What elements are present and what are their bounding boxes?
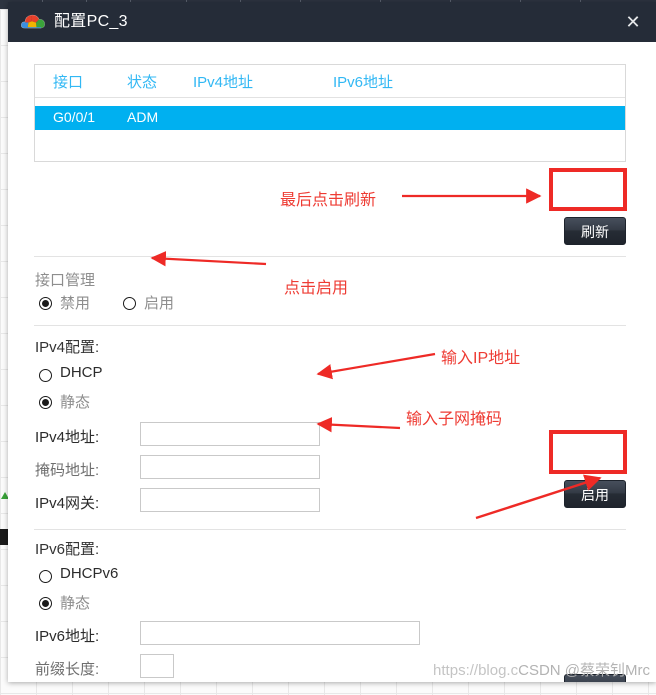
cell-status: ADM xyxy=(127,109,159,125)
interface-management-label: 接口管理 xyxy=(35,272,96,289)
background-marker xyxy=(0,529,8,545)
watermark-brand: CSDN @蔡荣钊Mrc xyxy=(518,662,650,679)
annotation-ip-text: 输入IP地址 xyxy=(441,350,521,367)
radio-ipv4-static[interactable] xyxy=(39,396,52,409)
ipv6-address-input[interactable] xyxy=(140,621,420,645)
table-spacer xyxy=(35,98,625,106)
cell-interface: G0/0/1 xyxy=(53,109,96,125)
divider-1 xyxy=(34,256,626,257)
radio-enable[interactable] xyxy=(123,297,136,310)
ipv4-section-label: IPv4配置: xyxy=(35,339,100,356)
configure-pc-dialog: 配置PC_3 ✕ 接口 状态 IPv4地址 IPv6地址 G0/0/1 ADM … xyxy=(8,2,656,682)
ipv4-mask-input[interactable] xyxy=(140,455,320,479)
radio-enable-label[interactable]: 启用 xyxy=(144,292,174,313)
cloud-icon xyxy=(20,13,46,31)
radio-ipv6-dhcpv6-label[interactable]: DHCPv6 xyxy=(60,565,118,582)
radio-disable-label[interactable]: 禁用 xyxy=(60,292,90,313)
watermark: https://blog.cCSDN @蔡荣钊Mrc xyxy=(433,659,650,680)
ipv6-address-label: IPv6地址: xyxy=(35,628,100,645)
column-header-ipv6: IPv6地址 xyxy=(333,74,394,91)
ipv6-prefix-length-label: 前缀长度: xyxy=(35,661,100,678)
dialog-titlebar: 配置PC_3 ✕ xyxy=(8,2,656,42)
table-empty-area xyxy=(35,130,625,161)
divider-3 xyxy=(34,529,626,530)
radio-ipv6-dhcpv6[interactable] xyxy=(39,570,52,583)
interface-table: 接口 状态 IPv4地址 IPv6地址 G0/0/1 ADM xyxy=(34,64,626,162)
radio-ipv4-dhcp-label[interactable]: DHCP xyxy=(60,364,103,381)
ipv4-apply-button[interactable]: 启用 xyxy=(564,480,626,508)
table-header-row: 接口 状态 IPv4地址 IPv6地址 xyxy=(35,65,625,98)
radio-disable[interactable] xyxy=(39,297,52,310)
annotation-refresh-text: 最后点击刷新 xyxy=(280,192,377,209)
column-header-ipv4: IPv4地址 xyxy=(193,74,254,91)
annotation-box-refresh xyxy=(549,168,627,211)
column-header-status: 状态 xyxy=(127,74,158,91)
annotation-box-ipv4-apply xyxy=(549,430,627,474)
annotation-enable-text: 点击启用 xyxy=(284,280,349,297)
ipv4-gateway-input[interactable] xyxy=(140,488,320,512)
ipv4-address-input[interactable] xyxy=(140,422,320,446)
dialog-title: 配置PC_3 xyxy=(54,13,128,30)
close-icon[interactable]: ✕ xyxy=(618,10,648,36)
ipv4-address-label: IPv4地址: xyxy=(35,429,100,446)
ipv4-gateway-label: IPv4网关: xyxy=(35,495,100,512)
radio-ipv6-static-label[interactable]: 静态 xyxy=(60,592,90,613)
ipv6-section-label: IPv6配置: xyxy=(35,541,100,558)
ipv6-prefix-length-input[interactable] xyxy=(140,654,174,678)
watermark-url: https://blog.c xyxy=(433,662,519,679)
ipv4-mask-label: 掩码地址: xyxy=(35,462,100,479)
divider-2 xyxy=(34,325,626,326)
dialog-body: 接口 状态 IPv4地址 IPv6地址 G0/0/1 ADM 刷新 接口管理 禁… xyxy=(8,42,656,682)
radio-ipv6-static[interactable] xyxy=(39,597,52,610)
annotation-mask-text: 输入子网掩码 xyxy=(406,411,503,428)
radio-ipv4-dhcp[interactable] xyxy=(39,369,52,382)
radio-ipv4-static-label[interactable]: 静态 xyxy=(60,391,90,412)
refresh-button[interactable]: 刷新 xyxy=(564,217,626,245)
table-row[interactable]: G0/0/1 ADM xyxy=(35,106,625,130)
column-header-interface: 接口 xyxy=(53,74,84,91)
